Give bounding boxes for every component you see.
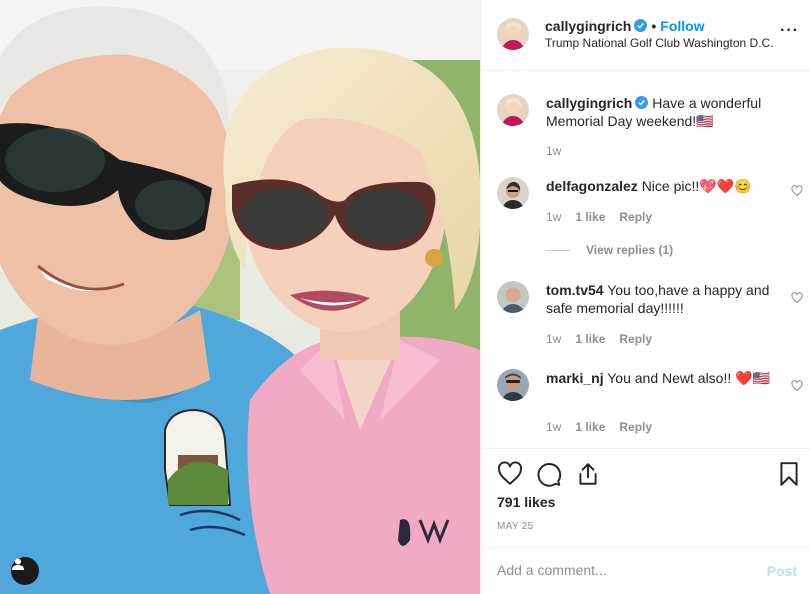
post-details-panel: callygingrich • Follow Trump National Golf… <box>480 0 810 594</box>
reply-button[interactable]: Reply <box>619 332 652 346</box>
more-options-button[interactable]: ··· <box>780 22 799 40</box>
commenter-avatar[interactable] <box>497 369 529 401</box>
post-photo[interactable] <box>0 0 480 594</box>
comment-username[interactable]: delfagonzalez <box>546 178 638 194</box>
replies-divider <box>546 250 570 252</box>
like-comment-heart-icon[interactable] <box>791 292 803 304</box>
caption-time[interactable]: 1w <box>546 144 561 158</box>
comment-likes[interactable]: 1 like <box>575 420 605 434</box>
like-comment-heart-icon[interactable] <box>791 380 803 392</box>
likes-count[interactable]: 791 likes <box>497 494 555 510</box>
caption-username[interactable]: callygingrich <box>546 95 632 111</box>
location-link[interactable]: Trump National Golf Club Washington D.C. <box>545 36 774 50</box>
share-upload-icon[interactable] <box>575 461 601 487</box>
author-avatar[interactable] <box>497 94 529 126</box>
comment-time[interactable]: 1w <box>546 210 561 224</box>
author-line: callygingrich • Follow <box>545 18 705 34</box>
comments-list: callygingrich Have a wonderful Memorial … <box>481 72 810 447</box>
like-comment-heart-icon[interactable] <box>791 185 803 197</box>
follow-button[interactable]: Follow <box>660 18 704 34</box>
post-actions: 791 likes MAY 25 <box>481 448 810 546</box>
add-comment-input[interactable] <box>497 562 747 578</box>
view-replies-button[interactable]: View replies (1) <box>546 243 673 257</box>
comment-body: tom.tv54 You too,have a happy and safe m… <box>546 281 786 317</box>
like-heart-icon[interactable] <box>497 461 523 487</box>
comment-composer: Post <box>481 547 810 594</box>
comment-text: You and Newt also!! ❤️🇺🇸 <box>607 370 770 386</box>
comment-meta: 1w 1 like Reply <box>546 332 666 346</box>
comment-meta: 1w 1 like Reply <box>546 420 666 434</box>
post-header: callygingrich • Follow Trump National Golf… <box>481 0 810 71</box>
comment-likes[interactable]: 1 like <box>575 210 605 224</box>
comment-time[interactable]: 1w <box>546 332 561 346</box>
view-replies-label: View replies (1) <box>586 243 674 257</box>
commenter-avatar[interactable] <box>497 177 529 209</box>
caption-body: callygingrich Have a wonderful Memorial … <box>546 94 786 130</box>
user-tag-button[interactable] <box>11 557 39 585</box>
user-tag-icon <box>12 558 24 570</box>
author-avatar[interactable] <box>497 18 529 50</box>
comment-body: delfagonzalez Nice pic!!💖❤️😊 <box>546 177 786 195</box>
author-username[interactable]: callygingrich <box>545 18 631 34</box>
commenter-avatar[interactable] <box>497 281 529 313</box>
verified-badge-icon <box>634 19 648 32</box>
reply-button[interactable]: Reply <box>619 210 652 224</box>
post-comment-button[interactable]: Post <box>767 563 797 579</box>
post-date: MAY 25 <box>497 521 534 532</box>
reply-button[interactable]: Reply <box>619 420 652 434</box>
comment-likes[interactable]: 1 like <box>575 332 605 346</box>
selfie-image <box>0 0 480 594</box>
comment-text: Nice pic!!💖❤️😊 <box>641 178 752 194</box>
caption-meta: 1w <box>546 144 575 158</box>
comment-time[interactable]: 1w <box>546 420 561 434</box>
separator-dot: • <box>651 18 657 34</box>
comment-body: marki_nj You and Newt also!! ❤️🇺🇸 <box>546 369 786 387</box>
verified-badge-icon <box>635 96 649 109</box>
comment-username[interactable]: tom.tv54 <box>546 282 604 298</box>
comment-username[interactable]: marki_nj <box>546 370 604 386</box>
comment-bubble-icon[interactable] <box>536 461 562 487</box>
bookmark-icon[interactable] <box>776 461 802 487</box>
comment-meta: 1w 1 like Reply <box>546 210 666 224</box>
